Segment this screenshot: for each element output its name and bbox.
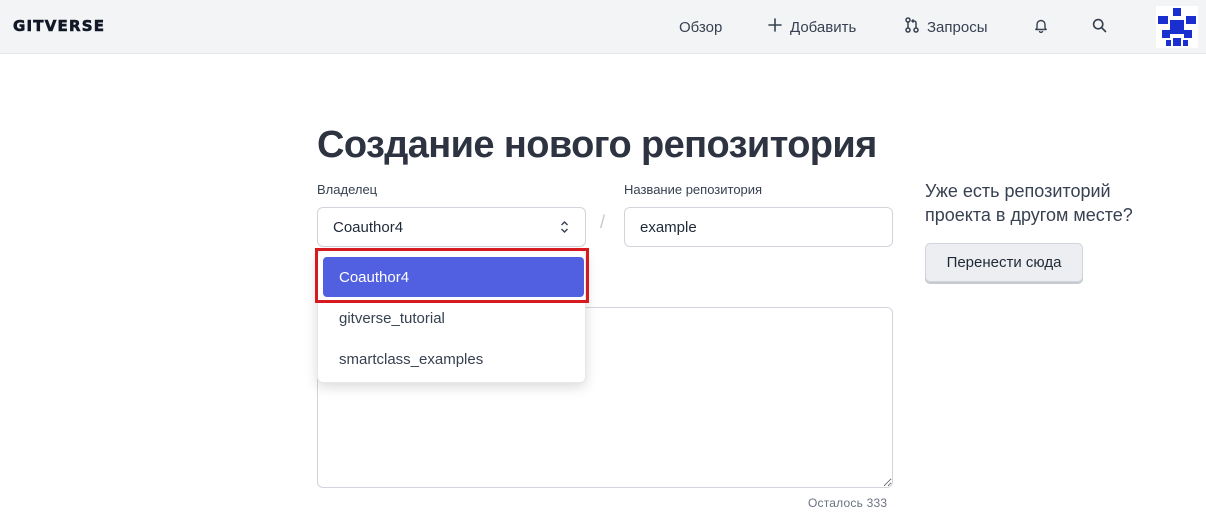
search-button[interactable] [1092,0,1107,54]
plus-icon [768,18,782,36]
pull-request-icon [905,17,919,37]
nav-add[interactable]: Добавить [768,0,856,54]
repo-name-label: Название репозитория [624,182,763,197]
gitverse-logo[interactable]: GITVERSE [13,17,105,36]
nav-requests[interactable]: Запросы [905,0,988,54]
owner-label: Владелец [317,182,378,197]
owner-option-gitverse-tutorial[interactable]: gitverse_tutorial [323,298,584,338]
owner-option-smartclass-examples[interactable]: smartclass_examples [323,339,584,379]
updown-chevron-icon [560,220,569,238]
search-icon [1092,18,1107,37]
owner-select-value: Coauthor4 [333,218,404,236]
nav-overview-label: Обзор [679,18,723,36]
remaining-characters: Осталось 333 [808,496,888,510]
owner-option-coauthor4[interactable]: Coauthor4 [323,257,584,297]
migrate-question: Уже есть репозиторий проекта в другом ме… [925,181,1133,225]
page-title: Создание нового репозитория [317,124,877,166]
migrate-button[interactable]: Перенести сюда [925,243,1083,282]
bell-icon [1034,18,1048,37]
notifications-button[interactable] [1034,0,1048,54]
owner-select[interactable]: Coauthor4 [317,207,586,247]
nav-add-label: Добавить [790,18,857,36]
owner-repo-separator: / [600,212,606,232]
user-avatar[interactable] [1156,6,1198,48]
top-navigation-bar: GITVERSE Обзор Добавить Запросы [0,0,1206,54]
nav-requests-label: Запросы [927,18,988,36]
owner-dropdown-menu: Coauthor4 gitverse_tutorial smartclass_e… [317,250,586,383]
repo-name-input[interactable] [624,207,893,247]
nav-overview[interactable]: Обзор [679,0,722,54]
